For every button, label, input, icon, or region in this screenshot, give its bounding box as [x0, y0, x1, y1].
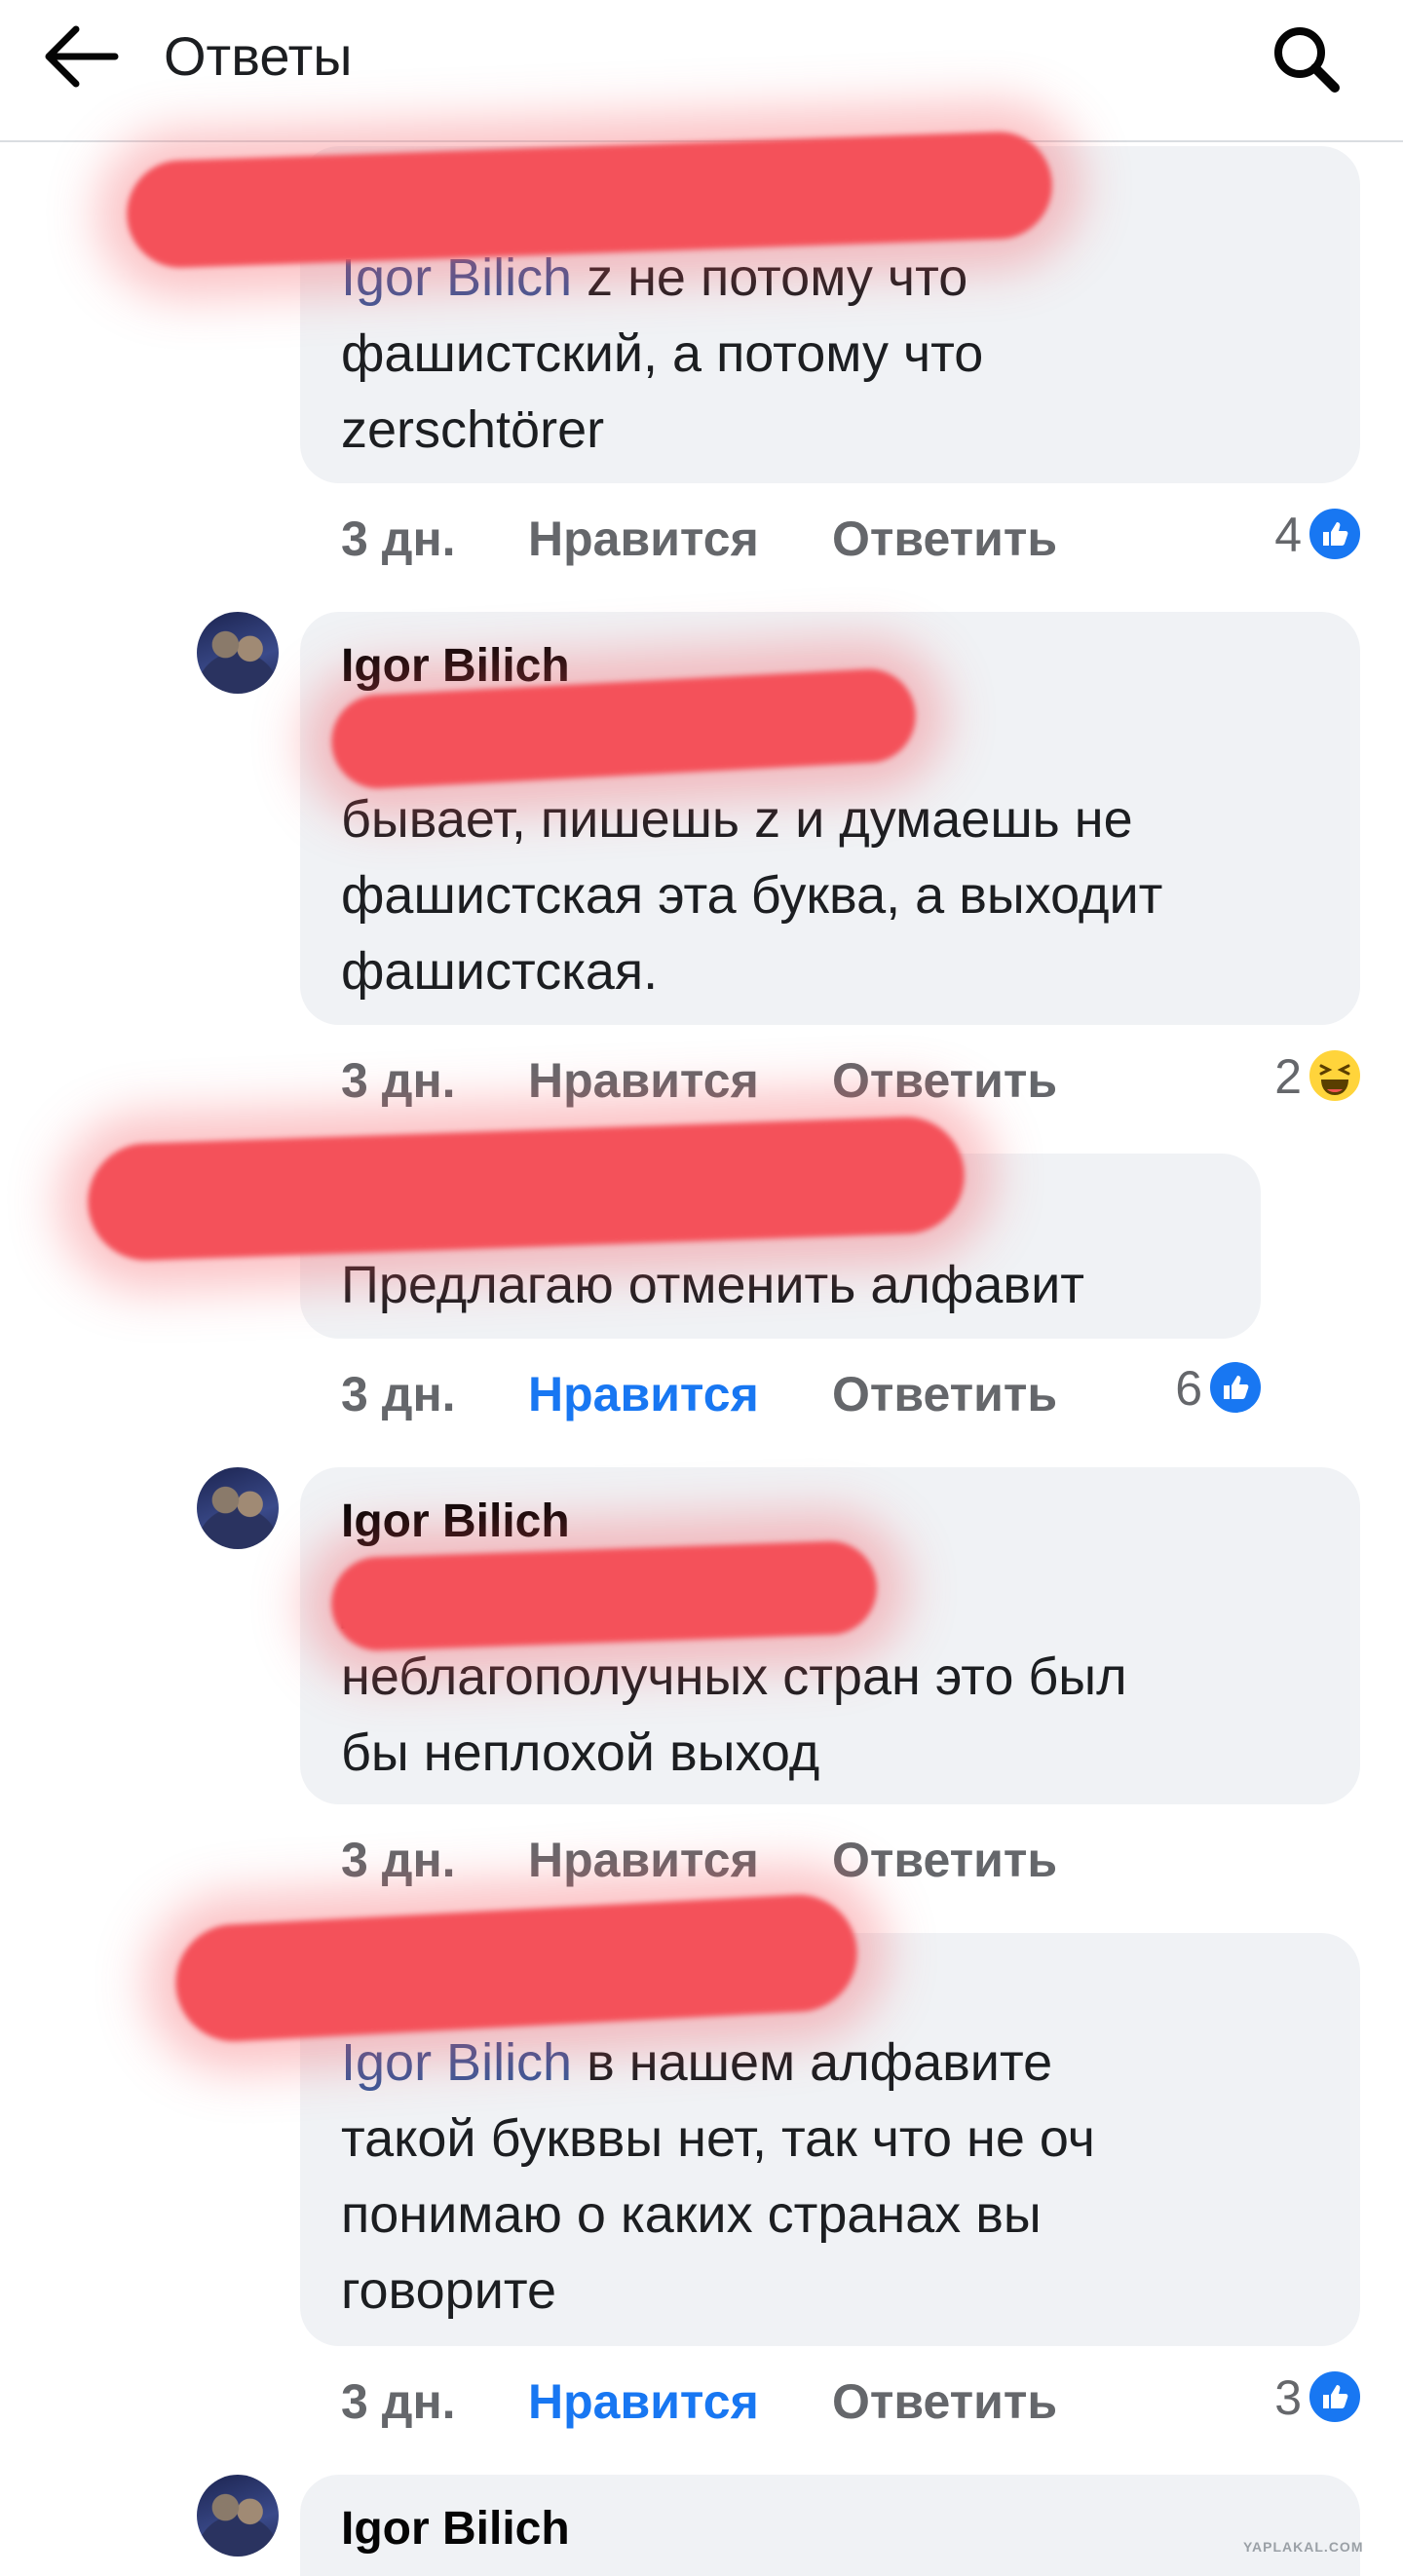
- comment-actions: 3 дн. Нравится Ответить: [341, 2373, 1120, 2432]
- reply-button[interactable]: Ответить: [832, 511, 1057, 567]
- comment-actions: 3 дн. Нравится Ответить: [341, 1832, 1120, 1890]
- comment-author[interactable]: Igor Bilich: [341, 1495, 570, 1549]
- comment-time[interactable]: 3 дн.: [341, 2373, 456, 2430]
- comment-actions: 3 дн. Нравится Ответить: [341, 1052, 1120, 1111]
- reaction-summary[interactable]: 2: [1228, 1048, 1362, 1107]
- reaction-count: 6: [1175, 1361, 1202, 1416]
- comment-time[interactable]: 3 дн.: [341, 1366, 456, 1422]
- comment-author[interactable]: Igor Bilich: [341, 639, 570, 694]
- comment-time[interactable]: 3 дн.: [341, 1832, 456, 1888]
- avatar[interactable]: [197, 1467, 279, 1549]
- comment-text: Igor Bilich в нашем алфавите такой буквв…: [341, 2033, 1095, 2320]
- comment-actions: 3 дн. Нравится Ответить: [341, 1366, 1120, 1424]
- avatar[interactable]: [197, 612, 279, 694]
- comment-text: Igor Bilich z не потому что фашистский, …: [341, 248, 984, 459]
- like-icon: [1308, 2369, 1362, 2424]
- reply-button[interactable]: Ответить: [832, 1052, 1057, 1109]
- comment-text: Предлагаю отменить алфавит: [341, 1256, 1084, 1314]
- reaction-summary[interactable]: 3: [1228, 2369, 1362, 2428]
- haha-icon: [1308, 1048, 1362, 1103]
- comment-actions: 3 дн. Нравится Ответить: [341, 511, 1120, 569]
- like-icon: [1208, 1360, 1263, 1415]
- comment-time[interactable]: 3 дн.: [341, 511, 456, 567]
- top-bar: Ответы: [0, 0, 1403, 142]
- redaction-mark: [329, 1539, 879, 1652]
- reaction-summary[interactable]: 6: [1128, 1360, 1263, 1419]
- like-icon: [1308, 507, 1362, 561]
- reaction-count: 2: [1274, 1049, 1302, 1104]
- like-button[interactable]: Нравится: [528, 1832, 759, 1888]
- comment-time[interactable]: 3 дн.: [341, 1052, 456, 1109]
- reaction-count: 3: [1274, 2370, 1302, 2425]
- watermark: YAPLAKAL.COM: [1243, 2539, 1364, 2555]
- like-button[interactable]: Нравится: [528, 2373, 759, 2430]
- page-title: Ответы: [164, 25, 353, 87]
- comment-author[interactable]: Igor Bilich: [341, 2502, 570, 2557]
- like-button[interactable]: Нравится: [528, 1052, 759, 1109]
- like-button[interactable]: Нравится: [528, 1366, 759, 1422]
- reaction-summary[interactable]: 4: [1228, 507, 1362, 565]
- reply-button[interactable]: Ответить: [832, 1366, 1057, 1422]
- reply-button[interactable]: Ответить: [832, 2373, 1057, 2430]
- like-button[interactable]: Нравится: [528, 511, 759, 567]
- reply-button[interactable]: Ответить: [832, 1832, 1057, 1888]
- search-icon[interactable]: [1267, 19, 1345, 97]
- avatar[interactable]: [197, 2475, 279, 2557]
- back-arrow-icon[interactable]: [39, 21, 123, 92]
- mention-link[interactable]: Igor Bilich: [341, 2033, 572, 2092]
- reaction-count: 4: [1274, 508, 1302, 562]
